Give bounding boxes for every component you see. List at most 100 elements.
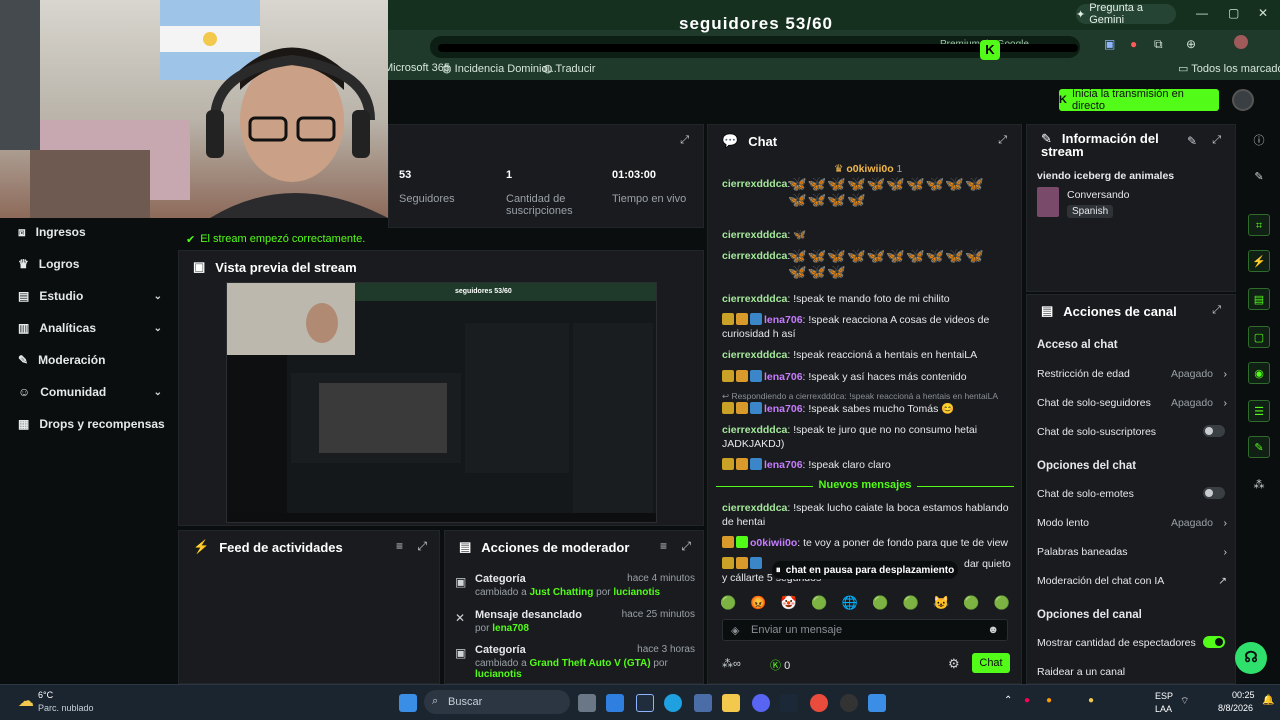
emote-icon[interactable]: 🟢 [872,595,888,613]
language-indicator[interactable]: ESP [1155,691,1173,701]
download-icon[interactable]: ⊕ [1186,37,1196,51]
bolt-icon[interactable]: ⚡ [1248,250,1270,272]
followers-only-row[interactable]: Chat de solo-seguidores Apagado › [1037,397,1227,409]
subscribers-only-toggle[interactable] [1203,425,1225,437]
sidebar-item-drops[interactable]: ▦ Drops y recompensas [18,414,168,434]
app-icon[interactable] [606,694,624,712]
broadcast-icon[interactable]: ◉ [1248,362,1270,384]
chat-paused-banner[interactable]: ⏸ chat en pausa para desplazamiento [772,561,958,579]
emote-icon[interactable]: 🟢 [903,595,919,613]
help-headset-icon[interactable]: ☊ [1235,642,1267,674]
info-icon[interactable]: ⓘ [1248,130,1270,152]
app-icon[interactable] [868,694,886,712]
expand-icon[interactable]: ⤢ [1212,304,1221,317]
chevron-down-icon: ⌄ [153,322,162,334]
tray-icon[interactable]: ● [1046,695,1052,706]
expand-icon[interactable]: ⤢ [417,539,427,554]
wrench-icon: ✎ [18,353,29,367]
expand-icon[interactable]: ⤢ [998,134,1007,147]
weather-icon[interactable]: ☁ [18,691,34,711]
new-messages-divider[interactable]: Nuevos mensajes [716,479,1014,493]
chevron-up-icon[interactable]: ⌃ [1004,695,1012,706]
emote-icon[interactable]: 😺 [933,595,949,613]
emote-only-toggle[interactable] [1203,487,1225,499]
show-viewers-toggle[interactable] [1203,636,1225,648]
profile-avatar[interactable] [1234,35,1248,49]
stream-status-message: ✔ El stream empezó correctamente. [186,233,366,246]
slow-mode-row[interactable]: Modo lento Apagado › [1037,517,1227,529]
emote-icon[interactable]: 😡 [750,595,766,613]
minimize-icon[interactable]: — [1196,6,1208,20]
filter-icon[interactable]: ≡ [660,539,667,553]
extension-red-icon[interactable]: ● [1130,37,1137,51]
emote-icon[interactable]: 🤡 [781,595,797,613]
expand-icon[interactable]: ⤢ [1212,134,1221,147]
crop-icon[interactable]: ⌗ [1248,214,1270,236]
user-avatar[interactable] [1232,89,1254,111]
sidebar-item-comunidad[interactable]: ☺ Comunidad ⌄ [18,382,168,402]
community-icon[interactable]: ⁂ [1248,474,1270,496]
puzzle-icon[interactable]: ⧉ [1154,37,1163,52]
taskbar-search[interactable]: ⌕ Buscar [424,690,570,714]
obs-icon[interactable] [840,694,858,712]
bookmark-microsoft365[interactable]: Microsoft 365 [384,62,450,74]
edge-icon[interactable] [664,694,682,712]
ai-moderation-row[interactable]: Moderación del chat con IA ↗ [1037,575,1227,587]
filter-icon[interactable]: ≡ [396,539,403,553]
sidebar-item-logros[interactable]: ♛ Logros [18,254,168,274]
steam-icon[interactable] [636,694,654,712]
chat-message-input[interactable]: ◈ Enviar un mensaje ☻ [722,619,1008,641]
gemini-button[interactable]: ✦ Pregunta a Gemini [1076,2,1176,26]
tray-icon[interactable]: ● [1024,695,1030,706]
pencil-icon[interactable]: ✎ [1248,166,1270,188]
raid-channel-row[interactable]: Raidear a un canal [1037,666,1227,678]
start-live-button[interactable]: K Inicia la transmisión en directo [1059,88,1219,112]
stream-preview-video[interactable]: seguidores 53/60 [226,282,657,523]
steam-app-icon[interactable] [780,694,798,712]
sidebar-item-analiticas[interactable]: ▥ Analíticas ⌄ [18,318,168,338]
banned-words-row[interactable]: Palabras baneadas › [1037,546,1227,558]
windows-start-icon[interactable] [399,694,417,712]
discord-icon[interactable] [752,694,770,712]
category-thumbnail [1037,187,1059,217]
expand-icon[interactable]: ⤢ [681,539,691,554]
section-chat-access: Acceso al chat [1037,339,1118,351]
emote-icon[interactable]: 🟢 [811,595,827,613]
emote-icon[interactable]: 🌐 [842,595,858,613]
sidebar-item-estudio[interactable]: ▤ Estudio ⌄ [18,286,168,306]
network-icon[interactable]: ⌔ [1180,695,1189,708]
emote-icon[interactable]: 🟢 [994,595,1010,613]
sidebar-item-moderacion[interactable]: ✎ Moderación [18,350,168,370]
emoji-icon[interactable]: ☻ [987,624,999,636]
sidebar-item-ingresos[interactable]: ⧈ Ingresos [18,222,168,242]
extension-icon[interactable]: ▣ [1104,37,1115,51]
chat-send-button[interactable]: Chat [972,653,1010,673]
gear-icon[interactable]: ⚙ [948,656,960,672]
chrome-icon[interactable] [810,694,828,712]
task-view-icon[interactable] [578,694,596,712]
language-sub: LAA [1155,704,1173,714]
emote-icon[interactable]: 🟢 [720,595,736,613]
pinned-user-bar[interactable]: ♛ o0kiwii0o 1 [834,163,902,175]
stat-subscriptions: 1 Cantidad de suscripciones [506,169,573,217]
chat-bubble-icon[interactable]: ▢ [1248,326,1270,348]
maximize-icon[interactable]: ▢ [1228,6,1239,20]
close-icon[interactable]: ✕ [1258,6,1268,20]
windows-taskbar: ☁ 6°C Parc. nublado ⌃ ● ● ● ESP LAA ⌔ 00… [0,684,1280,720]
bookmark-incidencia[interactable]: ◍ Incidencia Dominio... [442,62,557,75]
tray-icon[interactable]: ● [1088,695,1094,706]
file-explorer-icon[interactable] [722,694,740,712]
notification-icon[interactable]: 🔔 [1262,695,1274,706]
layers-icon[interactable]: ☰ [1248,400,1270,422]
store-icon[interactable] [694,694,712,712]
emote-icon[interactable]: 🟢 [963,595,979,613]
edit-icon[interactable]: ✎ [1187,134,1197,148]
wrench-icon[interactable]: ✎ [1248,436,1270,458]
all-bookmarks[interactable]: ▭ Todos los marcadores [1178,62,1280,75]
bookmark-traducir[interactable]: ◍ Traducir [543,62,595,75]
document-icon[interactable]: ▤ [1248,288,1270,310]
age-restriction-row[interactable]: Restricción de edad Apagado › [1037,368,1227,380]
clock-time[interactable]: 00:25 [1232,690,1255,700]
kick-points-icon[interactable]: Ⓚ 0 [770,657,790,673]
expand-icon[interactable]: ⤢ [680,134,689,147]
